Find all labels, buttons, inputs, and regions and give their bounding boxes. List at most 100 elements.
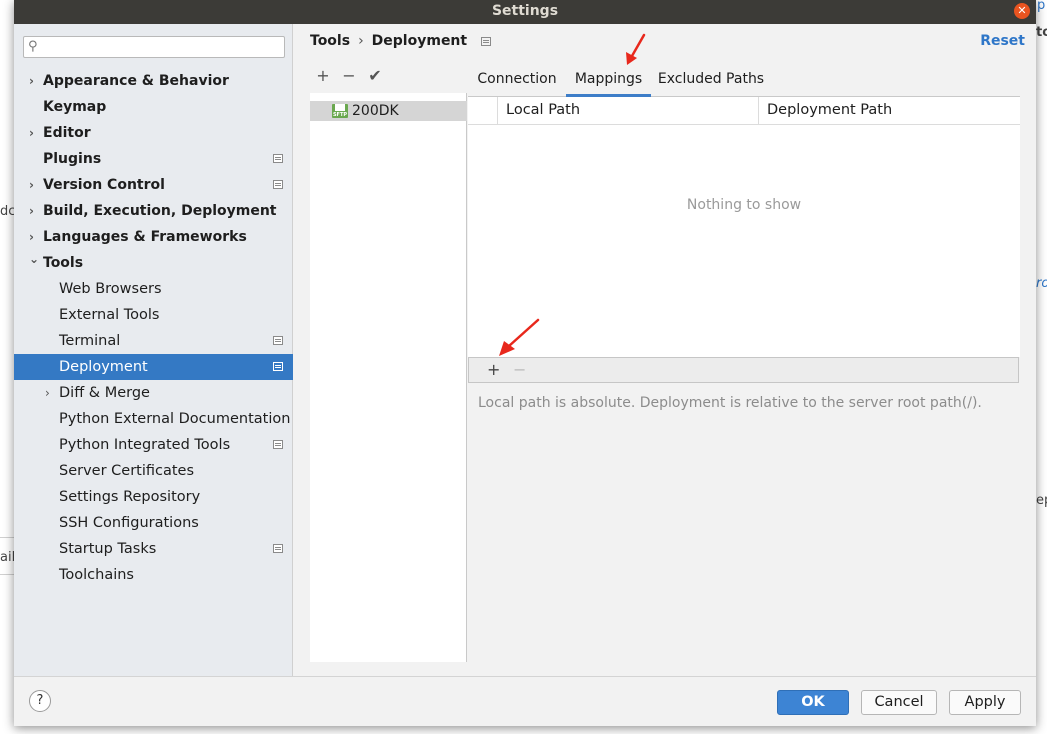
sidebar-item-label: Python External Documentation [59, 411, 291, 427]
project-scope-icon [273, 544, 283, 553]
background-divider [0, 537, 14, 538]
chevron-right-icon[interactable]: › [29, 198, 34, 224]
title-bar: Settings ✕ [14, 0, 1036, 24]
sidebar-item-plugins[interactable]: Plugins [14, 146, 293, 172]
sidebar-item-label: Plugins [43, 151, 102, 167]
sidebar-item-label: Terminal [59, 333, 121, 349]
background-fragment: p [1037, 0, 1046, 13]
chevron-right-icon[interactable]: › [29, 120, 34, 146]
dialog-footer: ? OK Cancel Apply [14, 676, 1036, 726]
settings-sidebar: ⚲ › Appearance & Behavior Keymap › Editor Plu… [14, 24, 293, 676]
background-fragment: ro [1036, 276, 1047, 291]
sidebar-item-python-integrated-tools[interactable]: Python Integrated Tools [14, 432, 293, 458]
sidebar-item-label: Appearance & Behavior [43, 73, 229, 89]
sidebar-item-appearance-behavior[interactable]: › Appearance & Behavior [14, 68, 293, 94]
sidebar-item-startup-tasks[interactable]: Startup Tasks [14, 536, 293, 562]
ok-button[interactable]: OK [777, 690, 849, 715]
search-box[interactable]: ⚲ [23, 36, 285, 58]
set-default-server-button[interactable]: ✔ [366, 66, 384, 85]
breadcrumb-separator: › [358, 33, 364, 49]
empty-table-message: Nothing to show [686, 197, 802, 213]
sftp-server-icon: SFTP [332, 104, 348, 118]
sidebar-item-label: Keymap [43, 99, 107, 115]
project-scope-icon [273, 180, 283, 189]
column-header-local-path[interactable]: Local Path [497, 97, 759, 125]
sidebar-item-label: Startup Tasks [59, 541, 157, 557]
mappings-toolbar: + − [468, 357, 1019, 383]
sidebar-item-diff-merge[interactable]: › Diff & Merge [14, 380, 293, 406]
sidebar-item-label: Python Integrated Tools [59, 437, 231, 453]
chevron-right-icon[interactable]: › [29, 68, 34, 94]
breadcrumb-parent[interactable]: Tools [310, 33, 350, 49]
sidebar-item-label: Diff & Merge [59, 385, 150, 401]
search-input[interactable] [46, 39, 280, 55]
sidebar-item-label: External Tools [59, 307, 160, 323]
server-name: 200DK [352, 103, 399, 119]
sidebar-item-languages-frameworks[interactable]: › Languages & Frameworks [14, 224, 293, 250]
project-scope-icon [273, 154, 283, 163]
add-server-button[interactable]: + [314, 66, 332, 85]
column-header-spacer [468, 97, 497, 125]
sidebar-item-terminal[interactable]: Terminal [14, 328, 293, 354]
sidebar-item-toolchains[interactable]: Toolchains [14, 562, 293, 588]
sidebar-item-label: Server Certificates [59, 463, 195, 479]
sidebar-item-settings-repository[interactable]: Settings Repository [14, 484, 293, 510]
sidebar-item-build-execution-deployment[interactable]: › Build, Execution, Deployment [14, 198, 293, 224]
sidebar-item-label: Build, Execution, Deployment [43, 203, 277, 219]
sidebar-item-deployment[interactable]: Deployment [14, 354, 293, 380]
background-fragment: ail [0, 550, 16, 565]
background-fragment: ep [1036, 493, 1047, 508]
remove-server-button[interactable]: − [340, 66, 358, 85]
sidebar-item-web-browsers[interactable]: Web Browsers [14, 276, 293, 302]
tab-excluded-paths[interactable]: Excluded Paths [654, 66, 768, 97]
mapping-hint-text: Local path is absolute. Deployment is re… [478, 395, 982, 411]
sidebar-item-label: Version Control [43, 177, 165, 193]
project-scope-icon [481, 36, 492, 46]
table-header: Local Path Deployment Path [468, 97, 1020, 125]
server-item-200dk[interactable]: SFTP 200DK [310, 101, 467, 121]
sidebar-item-external-tools[interactable]: External Tools [14, 302, 293, 328]
background-divider [0, 574, 14, 575]
sidebar-item-label: Settings Repository [59, 489, 201, 505]
sftp-badge: SFTP [332, 112, 348, 118]
sidebar-item-keymap[interactable]: Keymap [14, 94, 293, 120]
search-icon: ⚲ [28, 39, 38, 54]
help-button[interactable]: ? [29, 690, 51, 712]
server-list: SFTP 200DK [310, 93, 467, 662]
sidebar-item-label: Toolchains [59, 567, 134, 583]
sidebar-item-label: Languages & Frameworks [43, 229, 247, 245]
column-header-deployment-path[interactable]: Deployment Path [758, 97, 1020, 125]
project-scope-icon [273, 362, 283, 371]
chevron-right-icon[interactable]: › [29, 172, 34, 198]
mappings-table: Local Path Deployment Path Nothing to sh… [468, 97, 1020, 357]
settings-dialog: Settings ✕ ⚲ › Appearance & Behavior Keyma… [14, 0, 1036, 726]
chevron-right-icon[interactable]: › [45, 380, 50, 406]
sidebar-item-tools[interactable]: ⌄ Tools [14, 250, 293, 276]
close-icon[interactable]: ✕ [1014, 3, 1030, 19]
window-title: Settings [491, 3, 559, 19]
tab-connection[interactable]: Connection [468, 66, 566, 97]
sidebar-item-label: SSH Configurations [59, 515, 199, 531]
sidebar-item-label: Tools [43, 255, 84, 271]
add-mapping-button[interactable]: + [487, 360, 500, 379]
sidebar-item-python-external-documentation[interactable]: Python External Documentation [14, 406, 293, 432]
project-scope-icon [273, 440, 283, 449]
tab-mappings[interactable]: Mappings [566, 66, 651, 97]
sidebar-item-label: Editor [43, 125, 91, 141]
cancel-button[interactable]: Cancel [861, 690, 937, 715]
apply-button[interactable]: Apply [949, 690, 1021, 715]
deployment-tabs: Connection Mappings Excluded Paths [468, 66, 1020, 97]
breadcrumb-current: Deployment [371, 33, 468, 49]
sidebar-item-server-certificates[interactable]: Server Certificates [14, 458, 293, 484]
remove-mapping-button[interactable]: − [513, 360, 526, 379]
sidebar-item-label: Web Browsers [59, 281, 162, 297]
sidebar-item-ssh-configurations[interactable]: SSH Configurations [14, 510, 293, 536]
background-fragment: to [1036, 25, 1047, 40]
sidebar-item-label: Deployment [59, 359, 148, 375]
sidebar-item-editor[interactable]: › Editor [14, 120, 293, 146]
chevron-down-icon[interactable]: ⌄ [29, 246, 39, 272]
sidebar-item-version-control[interactable]: › Version Control [14, 172, 293, 198]
reset-link[interactable]: Reset [980, 33, 1025, 49]
breadcrumb: Tools › Deployment [310, 33, 492, 49]
project-scope-icon [273, 336, 283, 345]
